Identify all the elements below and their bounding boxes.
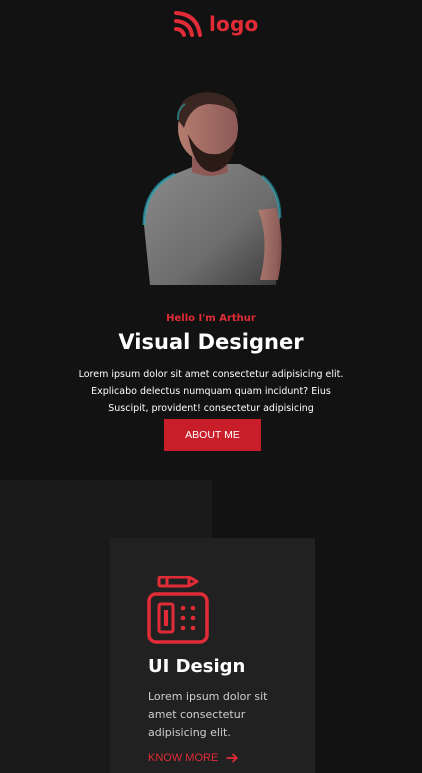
- hero-kicker: Hello I'm Arthur: [166, 313, 256, 324]
- page: logo Hello I'm Arthur Visual Designer Lo…: [0, 0, 422, 773]
- service-card-description-line: adipisicing elit.: [148, 726, 231, 739]
- logo-text: logo: [209, 12, 259, 36]
- know-more-link[interactable]: KNOW MORE: [148, 752, 238, 764]
- page-title: Visual Designer: [118, 330, 304, 354]
- know-more-label: KNOW MORE: [148, 752, 219, 764]
- hero-description-line: Lorem ipsum dolor sit amet consectetur a…: [78, 369, 344, 380]
- ui-design-icon: [147, 575, 209, 644]
- service-card-description-line: amet consectetur: [148, 708, 246, 721]
- arrow-right-icon: [226, 753, 238, 763]
- service-card-ui-design: UI Design Lorem ipsum dolor sit amet con…: [110, 538, 315, 773]
- service-card-description-line: Lorem ipsum dolor sit: [148, 690, 268, 703]
- portrait-image: [130, 90, 290, 285]
- about-me-button[interactable]: ABOUT ME: [164, 419, 261, 451]
- logo[interactable]: logo: [173, 10, 258, 38]
- wifi-signal-icon: [173, 10, 203, 38]
- service-card-title: UI Design: [148, 656, 246, 677]
- service-card-description: Lorem ipsum dolor sit amet consectetur a…: [148, 688, 288, 742]
- hero-description: Lorem ipsum dolor sit amet consectetur a…: [50, 366, 372, 417]
- hero-description-line: Suscipit, provident! consectetur adipisi…: [108, 403, 314, 414]
- hero-description-line: Explicabo delectus numquam quam incidunt…: [91, 386, 331, 397]
